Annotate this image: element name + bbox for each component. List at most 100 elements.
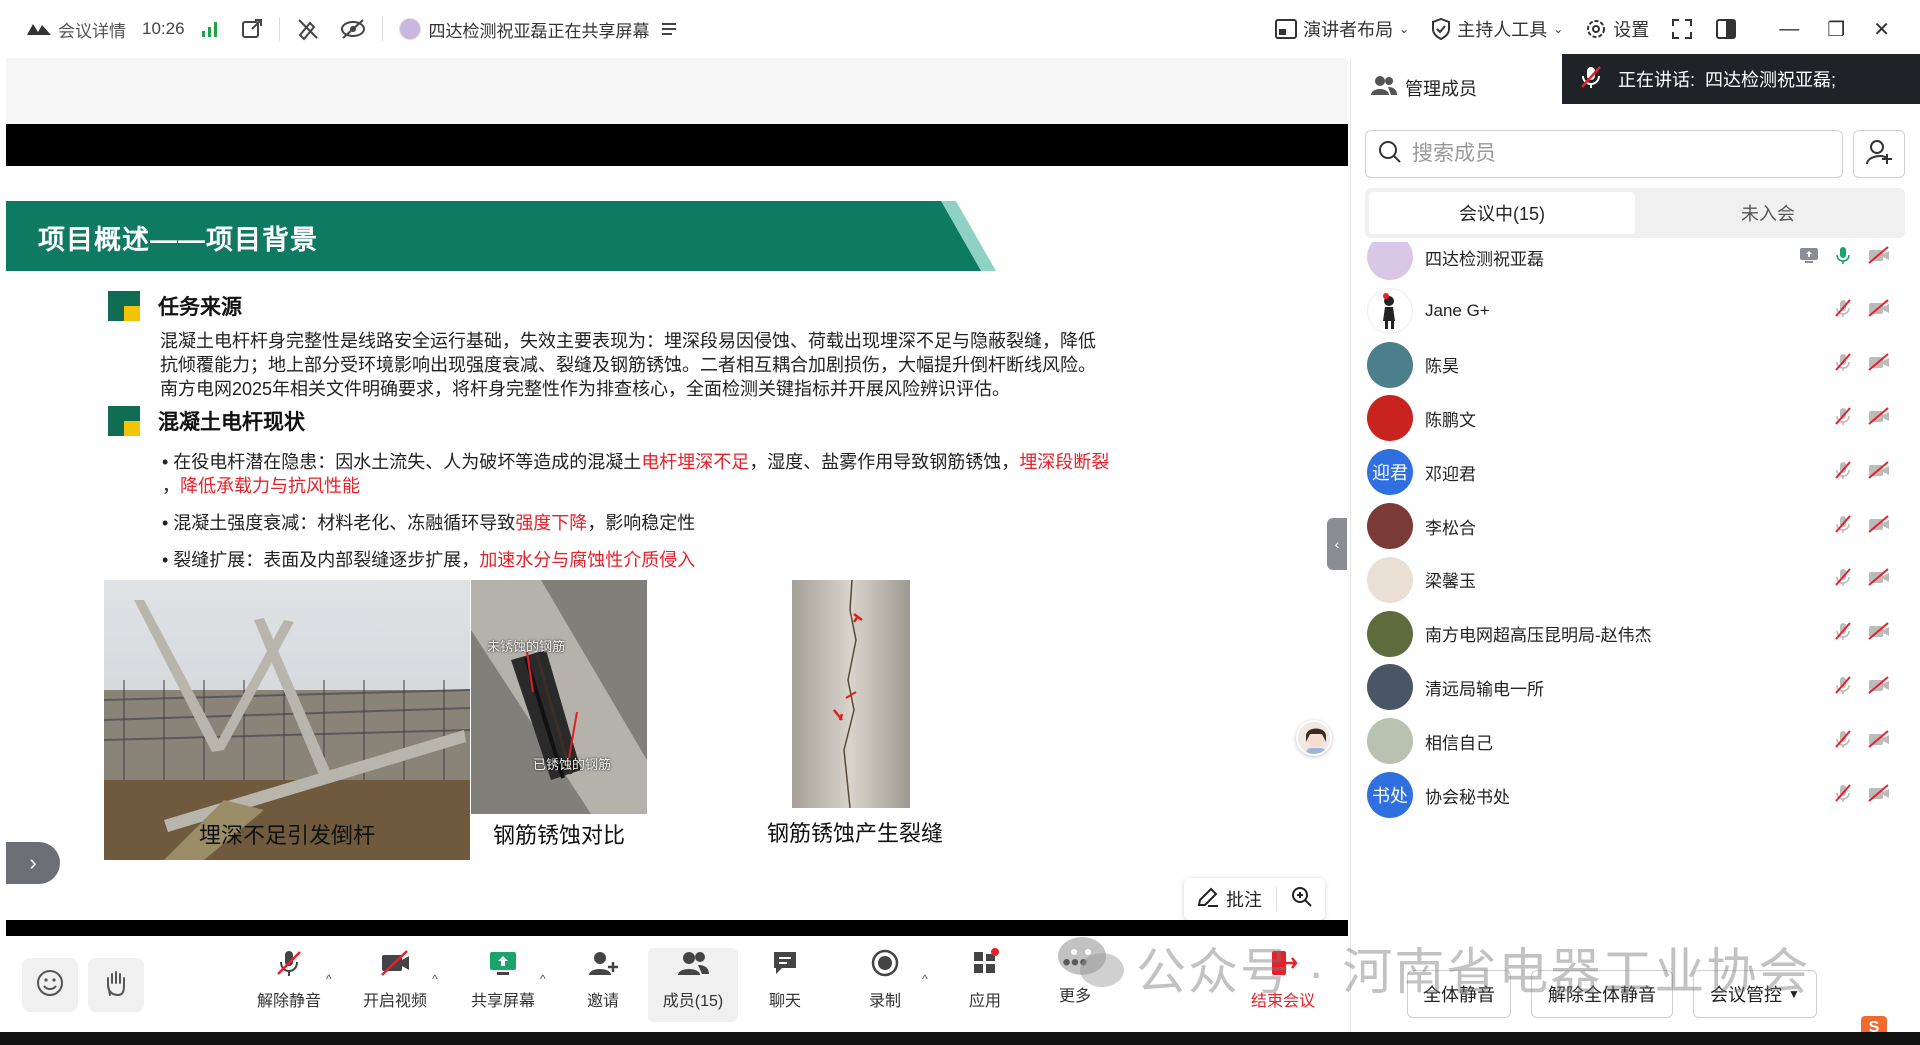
mic-off-icon[interactable] bbox=[1833, 406, 1853, 431]
no-annotation-icon[interactable] bbox=[296, 17, 320, 41]
mic-off-icon[interactable] bbox=[1833, 514, 1853, 539]
close-icon[interactable]: ✕ bbox=[1873, 17, 1890, 42]
more-button[interactable]: ••• 更多 bbox=[1030, 948, 1120, 1022]
top-bar: 会议详情 10:26 四达检测祝亚磊正在共享屏幕 演讲者布局 ⌄ 主持人工具 ⌄… bbox=[0, 0, 1920, 58]
camera-off-icon[interactable] bbox=[1867, 783, 1891, 808]
meeting-info-button[interactable]: 会议详情 bbox=[26, 17, 126, 42]
camera-off-icon[interactable] bbox=[1867, 514, 1891, 539]
share-screen-button[interactable]: 共享屏幕 bbox=[458, 948, 548, 1022]
member-name: 邓迎君 bbox=[1425, 464, 1476, 484]
shared-screen: 项目概述——项目背景 任务来源 混凝土电杆杆身完整性是线路安全运行基础，失效主要… bbox=[6, 58, 1348, 938]
add-member-button[interactable] bbox=[1853, 130, 1905, 178]
host-tools-label: 主持人工具 bbox=[1457, 20, 1548, 40]
tab-in-meeting[interactable]: 会议中(15) bbox=[1369, 192, 1635, 234]
menu-lines-icon[interactable] bbox=[661, 22, 678, 36]
unmute-button[interactable]: 解除静音 bbox=[244, 948, 334, 1022]
unmute-options-caret[interactable]: ^ bbox=[326, 972, 332, 986]
annotate-button[interactable]: 批注 bbox=[1196, 886, 1262, 913]
record-button[interactable]: 录制 bbox=[840, 948, 930, 1022]
chat-button[interactable]: 聊天 bbox=[740, 948, 830, 1022]
apps-button[interactable]: 应用 bbox=[940, 948, 1030, 1022]
camera-off-icon[interactable] bbox=[1867, 298, 1891, 323]
app-logo-icon bbox=[26, 21, 52, 37]
camera-off-icon[interactable] bbox=[1867, 675, 1891, 700]
annotation-toolbar: 批注 bbox=[1184, 878, 1325, 920]
reaction-button[interactable] bbox=[22, 958, 78, 1012]
meeting-app: 会议详情 10:26 四达检测祝亚磊正在共享屏幕 演讲者布局 ⌄ 主持人工具 ⌄… bbox=[0, 0, 1920, 1045]
mic-on-icon[interactable] bbox=[1833, 245, 1853, 270]
mic-off-icon[interactable] bbox=[1833, 783, 1853, 808]
gear-icon bbox=[1585, 18, 1607, 40]
chevron-left-icon: ‹ bbox=[1334, 536, 1340, 552]
avatar: 迎君 bbox=[1367, 449, 1413, 496]
raise-hand-button[interactable] bbox=[88, 958, 144, 1012]
share-screen-icon bbox=[487, 948, 519, 983]
member-name: 清远局输电一所 bbox=[1425, 679, 1544, 699]
settings-button[interactable]: 设置 bbox=[1585, 16, 1649, 42]
hide-view-icon[interactable] bbox=[340, 18, 366, 40]
speaking-name: 四达检测祝亚磊; bbox=[1705, 70, 1837, 90]
unmute-all-button[interactable]: 解除全体静音 bbox=[1531, 970, 1673, 1018]
camera-off-icon[interactable] bbox=[1867, 567, 1891, 592]
caption-rebar-corrosion: 钢筋锈蚀对比 bbox=[492, 823, 625, 848]
avatar bbox=[1367, 395, 1413, 442]
bullet-hidden-danger: • 在役电杆潜在隐患：因水土流失、人为破坏等造成的混凝土电杆埋深不足，湿度、盐雾… bbox=[162, 452, 1110, 496]
meeting-control-button[interactable]: 会议管控 ▼ bbox=[1693, 970, 1817, 1018]
mic-off-icon[interactable] bbox=[1833, 352, 1853, 377]
avatar: 书处 bbox=[1367, 772, 1413, 818]
mic-off-icon[interactable] bbox=[1833, 298, 1853, 323]
fullscreen-icon[interactable] bbox=[1671, 18, 1693, 40]
member-name: 陈昊 bbox=[1425, 357, 1459, 377]
member-name: 四达检测祝亚磊 bbox=[1425, 249, 1544, 269]
tab-not-joined[interactable]: 未入会 bbox=[1635, 192, 1901, 234]
camera-off-icon[interactable] bbox=[1867, 352, 1891, 377]
presenter-layout-button[interactable]: 演讲者布局 ⌄ bbox=[1275, 16, 1409, 42]
sharing-status: 四达检测祝亚磊正在共享屏幕 bbox=[428, 21, 650, 41]
camera-off-icon[interactable] bbox=[1867, 460, 1891, 485]
record-options-caret[interactable]: ^ bbox=[922, 972, 928, 986]
signal-icon[interactable] bbox=[201, 20, 219, 38]
zoom-in-icon[interactable] bbox=[1291, 886, 1313, 913]
mic-off-icon[interactable] bbox=[1833, 460, 1853, 485]
host-tools-button[interactable]: 主持人工具 ⌄ bbox=[1431, 16, 1563, 42]
minimize-icon[interactable]: — bbox=[1779, 18, 1799, 41]
invite-button[interactable]: 邀请 bbox=[558, 948, 648, 1022]
share-options-caret[interactable]: ^ bbox=[540, 972, 546, 986]
side-panel-icon[interactable] bbox=[1715, 18, 1737, 40]
avatar bbox=[1367, 556, 1413, 603]
camera-off-icon[interactable] bbox=[1867, 621, 1891, 646]
add-person-icon bbox=[587, 948, 619, 983]
mic-off-icon[interactable] bbox=[1833, 675, 1853, 700]
mic-off-icon[interactable] bbox=[1833, 621, 1853, 646]
member-row[interactable]: 书处 协会秘书处 bbox=[1351, 762, 1920, 828]
maximize-icon[interactable]: ❐ bbox=[1827, 17, 1845, 42]
camera-off-icon[interactable] bbox=[1867, 245, 1891, 270]
start-video-button[interactable]: 开启视频 bbox=[350, 948, 440, 1022]
expand-left-button[interactable]: › bbox=[6, 842, 60, 884]
rebar-label-unrusted: 未锈蚀的钢筋 bbox=[487, 639, 566, 654]
search-input[interactable] bbox=[1412, 142, 1792, 166]
search-icon bbox=[1378, 140, 1402, 169]
camera-off-icon[interactable] bbox=[1867, 729, 1891, 754]
collapse-right-button[interactable]: ‹ bbox=[1327, 518, 1347, 570]
mic-off-icon[interactable] bbox=[1833, 567, 1853, 592]
section-task-source: 任务来源 bbox=[108, 291, 242, 321]
members-button[interactable]: 成员(15) bbox=[648, 948, 738, 1022]
popout-icon[interactable] bbox=[241, 18, 263, 40]
video-options-caret[interactable]: ^ bbox=[432, 972, 438, 986]
chat-icon bbox=[770, 948, 800, 983]
section-marker-icon bbox=[108, 291, 140, 321]
floating-video-avatar[interactable] bbox=[1296, 720, 1332, 756]
section-pole-status: 混凝土电杆现状 bbox=[108, 406, 305, 436]
chevron-right-icon: › bbox=[29, 850, 37, 875]
annotate-label: 批注 bbox=[1226, 890, 1262, 910]
end-meeting-button[interactable]: 结束会议 bbox=[1238, 948, 1328, 1022]
mic-off-icon[interactable] bbox=[1833, 729, 1853, 754]
mute-all-button[interactable]: 全体静音 bbox=[1407, 970, 1511, 1018]
camera-off-icon[interactable] bbox=[1867, 406, 1891, 431]
pencil-icon bbox=[1196, 886, 1220, 913]
avatar bbox=[1367, 242, 1413, 280]
smile-icon bbox=[36, 969, 64, 1002]
screen-share-icon bbox=[1799, 246, 1819, 269]
bullet-strength-decay: • 混凝土强度衰减：材料老化、冻融循环导致强度下降，影响稳定性 bbox=[162, 513, 696, 533]
